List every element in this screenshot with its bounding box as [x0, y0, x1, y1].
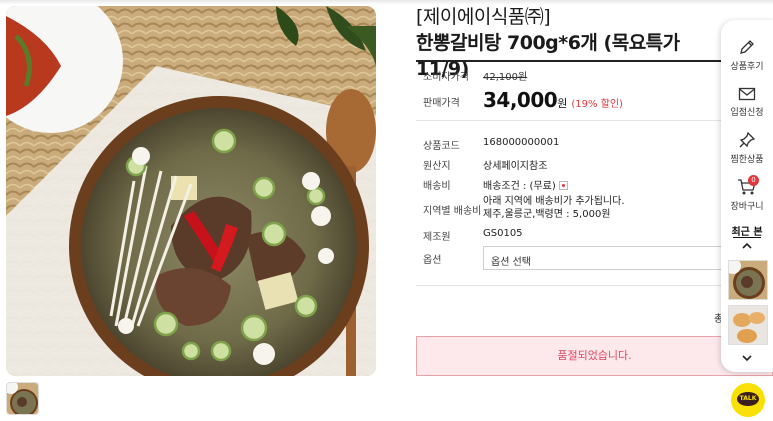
- consumer-price-value: 42,100원: [483, 72, 528, 83]
- sold-out-button[interactable]: 품절되었습니다.: [416, 336, 773, 376]
- product-brand: [제이에이식품㈜]: [416, 6, 551, 28]
- regional-note: 아래 지역에 배송비가 추가됩니다.: [483, 196, 625, 207]
- kakao-talk-button[interactable]: TALK: [731, 383, 765, 417]
- option-label: 옵션: [423, 255, 442, 266]
- chevron-down-icon[interactable]: [741, 352, 753, 364]
- shipping-info-icon[interactable]: [558, 181, 568, 190]
- shipping-condition: 배송조건 : (무료): [483, 181, 556, 192]
- chevron-up-icon[interactable]: [741, 240, 753, 252]
- discount-rate: (19% 할인): [571, 99, 623, 110]
- pin-icon: [739, 131, 756, 148]
- recent-viewed-title: 최근 본: [731, 227, 763, 238]
- consumer-price-label: 소비자가격: [423, 72, 469, 83]
- sale-price-label: 판매가격: [423, 98, 460, 109]
- side-wishlist[interactable]: 찜한상품: [721, 131, 773, 165]
- info-label-origin: 원산지: [423, 161, 451, 172]
- info-value-code: 168000000001: [483, 137, 560, 148]
- pencil-icon: [740, 40, 754, 54]
- recent-item-1[interactable]: [728, 260, 768, 300]
- recent-item-2[interactable]: [728, 305, 768, 345]
- title-divider: [416, 60, 773, 62]
- side-review[interactable]: 상품후기: [721, 38, 773, 72]
- regional-fee: 제주,울릉군,백령면 : 5,000원: [483, 209, 611, 220]
- side-store-apply[interactable]: 입점신청: [721, 86, 773, 118]
- info-label-regional: 지역별 배송비: [423, 206, 482, 217]
- option-divider: [416, 285, 773, 286]
- price-divider: [416, 120, 773, 121]
- cart-count-badge: 0: [748, 175, 759, 186]
- info-label-code: 상품코드: [423, 141, 460, 152]
- side-review-label: 상품후기: [730, 62, 764, 72]
- side-cart-label: 장바구니: [730, 202, 764, 212]
- info-value-maker: GS0105: [483, 228, 523, 239]
- mail-icon: [738, 87, 756, 101]
- recent-title-underline: [733, 237, 761, 238]
- product-thumbnail[interactable]: [6, 382, 39, 415]
- sale-price: 34,000원 (19% 할인): [483, 88, 623, 112]
- option-select[interactable]: 옵션 선택: [483, 246, 735, 270]
- info-value-regional: 아래 지역에 배송비가 추가됩니다. 제주,울릉군,백령면 : 5,000원: [483, 195, 625, 221]
- side-cart[interactable]: 0 장바구니: [721, 175, 773, 212]
- info-value-origin: 상세페이지참조: [483, 161, 548, 172]
- product-main-image: [6, 6, 376, 376]
- talk-icon: TALK: [737, 392, 759, 406]
- side-store-apply-label: 입점신청: [730, 108, 764, 118]
- side-wishlist-label: 찜한상품: [730, 155, 764, 165]
- sale-price-unit: 원: [557, 97, 568, 110]
- info-value-shipping: 배송조건 : (무료): [483, 177, 568, 192]
- sale-price-value: 34,000: [483, 88, 558, 112]
- info-label-shipping: 배송비: [423, 181, 451, 192]
- info-label-maker: 제조원: [423, 232, 451, 243]
- side-quick-menu: 상품후기 입점신청 찜한상품 0 장바구니 최근 본: [721, 20, 773, 372]
